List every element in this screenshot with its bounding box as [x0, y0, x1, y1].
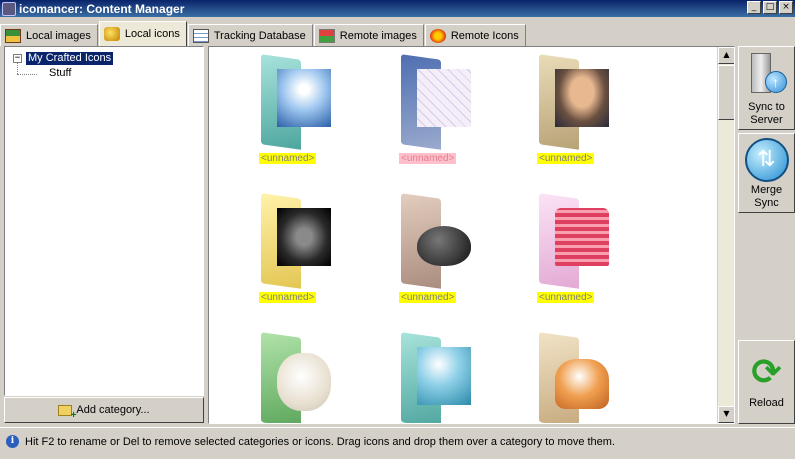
tab-label: Remote Icons [450, 29, 519, 42]
local-icons-icon [103, 27, 120, 41]
tree-connector [17, 74, 37, 75]
tab-label: Local images [26, 29, 91, 42]
folder-icon [527, 329, 609, 423]
tab-remote-images[interactable]: Remote images [313, 24, 424, 46]
tree-connector [17, 62, 18, 74]
folder-icon [389, 51, 471, 150]
status-text: Hit F2 to rename or Del to remove select… [25, 435, 615, 448]
folder-icon [527, 190, 609, 289]
folder-icon [527, 51, 609, 150]
tab-remote-icons[interactable]: Remote Icons [424, 24, 526, 46]
database-icon [192, 28, 209, 43]
app-icon [2, 1, 16, 16]
merge-sync-icon: ⇅ [744, 138, 789, 182]
scroll-up-arrow-icon[interactable]: ▲ [718, 47, 734, 64]
folder-icon [389, 190, 471, 289]
folder-icon [389, 329, 471, 423]
icon-label: <unnamed> [399, 292, 457, 303]
window-title: icomancer: Content Manager [19, 1, 185, 16]
category-tree[interactable]: − My Crafted Icons Stuff [4, 46, 204, 396]
tree-node-stuff[interactable]: Stuff [49, 67, 71, 79]
maximize-button[interactable]: □ [763, 1, 777, 14]
close-button[interactable]: × [779, 1, 793, 14]
icon-label: <unnamed> [537, 153, 595, 164]
reload-icon: ⟳ [751, 352, 782, 393]
sync-to-server-button[interactable]: ↑ Sync to Server [738, 46, 795, 130]
server-sync-icon: ↑ [747, 53, 787, 99]
sync-label-line2: Server [750, 114, 783, 126]
icon-label: <unnamed> [259, 153, 317, 164]
tab-local-icons[interactable]: Local icons [98, 21, 187, 46]
reload-label: Reload [749, 397, 784, 409]
minimize-button[interactable]: _ [747, 1, 761, 14]
folder-icon [249, 190, 331, 289]
add-category-label: Add category... [76, 404, 150, 416]
remote-images-icon [318, 28, 335, 43]
tab-local-images[interactable]: Local images [0, 24, 98, 46]
icon-grid: <unnamed> <unnamed> <unnamed> <unnamed> [209, 47, 717, 423]
title-bar: icomancer: Content Manager _ □ × [0, 0, 795, 17]
folder-icon [249, 329, 331, 423]
tab-tracking-database[interactable]: Tracking Database [187, 24, 313, 46]
reload-button[interactable]: ⟳ Reload [738, 340, 795, 424]
icons-view[interactable]: <unnamed> <unnamed> <unnamed> <unnamed> [208, 46, 735, 424]
merge-label-line1: Merge [750, 184, 783, 196]
merge-sync-button[interactable]: ⇅ Merge Sync [738, 133, 795, 213]
sync-label-line1: Sync to [748, 101, 785, 113]
scroll-thumb[interactable] [718, 65, 734, 120]
images-icon [5, 28, 21, 43]
scroll-down-arrow-icon[interactable]: ▼ [718, 406, 734, 423]
merge-label-line2: Sync [754, 197, 779, 209]
tab-label: Remote images [339, 29, 417, 42]
window-controls: _ □ × [747, 1, 793, 14]
status-bar: i Hit F2 to rename or Del to remove sele… [0, 427, 795, 455]
icon-label: <unnamed> [259, 292, 317, 303]
remote-icons-icon [429, 28, 446, 43]
folder-icon [249, 51, 331, 150]
add-category-button[interactable]: Add category... [4, 397, 204, 423]
icon-label-selected: <unnamed> [399, 153, 457, 164]
info-icon: i [6, 435, 19, 448]
tab-label: Tracking Database [213, 29, 306, 42]
vertical-scrollbar[interactable]: ▲ ▼ [717, 47, 734, 423]
tab-strip: Local images Local icons Tracking Databa… [0, 21, 527, 46]
add-folder-icon [58, 404, 76, 421]
tree-node-label[interactable]: My Crafted Icons [26, 52, 114, 65]
icon-label: <unnamed> [537, 292, 595, 303]
tab-label: Local icons [124, 28, 180, 40]
tree-node-root[interactable]: − My Crafted Icons [13, 52, 114, 65]
